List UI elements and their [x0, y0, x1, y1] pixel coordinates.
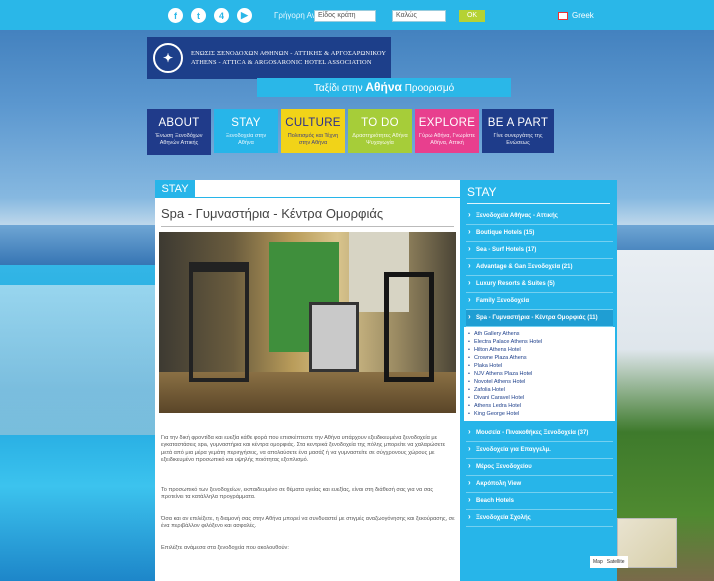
nav-be-a-part-sub: Γίνε συνεργάτης της Ενώσεως	[493, 133, 543, 146]
title-divider	[161, 226, 454, 227]
map-tab-satellite[interactable]: Satellite	[607, 559, 625, 565]
main-nav: ABOUT Ένωση Ξενοδόχων Αθηνών Αττικής STA…	[147, 109, 554, 155]
sidebar-item-active[interactable]: Spa - Γυμναστήρια - Κέντρα Ομορφιάς (11)	[466, 310, 613, 327]
site-logo[interactable]: ✦ ΕΝΩΣΙΣ ΞΕΝΟΔΟΧΩΝ ΑΘΗΝΩΝ - ΑΤΤΙΚΗΣ & ΑΡ…	[147, 37, 391, 79]
sidebar-item[interactable]: Beach Hotels	[466, 493, 613, 510]
sidebar-subitem[interactable]: Athens Ledra Hotel	[468, 402, 611, 410]
sidebar-subitem[interactable]: Novotel Athens Hotel	[468, 378, 611, 386]
gym-photo	[159, 232, 456, 413]
sidebar-subitem[interactable]: Zafolia Hotel	[468, 386, 611, 394]
sidebar-item[interactable]: Sea - Surf Hotels (17)	[466, 242, 613, 259]
sidebar-item[interactable]: Luxury Resorts & Suites (5)	[466, 276, 613, 293]
tagline-prefix: Ταξίδι στην	[313, 83, 363, 94]
nav-stay-label: STAY	[231, 117, 261, 129]
sidebar-title: STAY	[467, 185, 497, 199]
page-title: Spa - Γυμναστήρια - Κέντρα Ομορφιάς	[161, 206, 384, 221]
flag-icon	[558, 11, 568, 20]
social-links: f t 4 ▶	[168, 8, 252, 23]
nav-todo[interactable]: TO DO Δραστηριότητες Αθήνα Ψυχαγωγία	[348, 109, 412, 153]
sidebar-item[interactable]: Ξενοδοχεία για Επαγγελμ.	[466, 442, 613, 459]
logo-text: ΕΝΩΣΙΣ ΞΕΝΟΔΟΧΩΝ ΑΘΗΝΩΝ - ΑΤΤΙΚΗΣ & ΑΡΓΟ…	[191, 49, 386, 67]
tagline-banner: Ταξίδι στην Αθήνα Προορισμό	[257, 78, 511, 97]
nav-be-a-part-label: BE A PART	[487, 117, 549, 129]
top-bar: f t 4 ▶ Γρήγορη Αναζ. Είδος κράτη Καλώς …	[0, 0, 714, 30]
language-label: Greek	[572, 11, 594, 20]
sidebar-item[interactable]: Advantage & Gan Ξενοδοχεία (21)	[466, 259, 613, 276]
sidebar-subitem[interactable]: Plaka Hotel	[468, 362, 611, 370]
sidebar-item[interactable]: Ξενοδοχεία Αθήνας - Αττικής	[466, 208, 613, 225]
tagline-city: Αθήνα	[365, 80, 402, 94]
sidebar-sublist: Ath Gallery Athens Electra Palace Athens…	[464, 327, 615, 421]
nav-about-label: ABOUT	[158, 117, 200, 129]
youtube-icon[interactable]: ▶	[237, 8, 252, 23]
language-switch[interactable]: Greek	[558, 11, 594, 20]
search-input[interactable]: Είδος κράτη	[314, 10, 376, 22]
paragraph: Επιλέξτε ανάμεσα στα ξενοδοχεία που ακολ…	[161, 545, 289, 551]
twitter-icon[interactable]: t	[191, 8, 206, 23]
nav-explore-sub: Γύρω Αθήνα, Γνωρίστε Αθήνα, Αττική	[419, 133, 475, 146]
sidebar-subitem[interactable]: Hilton Athens Hotel	[468, 346, 611, 354]
sidebar-item[interactable]: Ξενοδοχεία Σχολής	[466, 510, 613, 527]
nav-todo-sub: Δραστηριότητες Αθήνα Ψυχαγωγία	[352, 133, 408, 146]
photo-machine	[384, 272, 434, 382]
sidebar-subitem[interactable]: Ath Gallery Athens	[468, 330, 611, 338]
nav-about[interactable]: ABOUT Ένωση Ξενοδόχων Αθηνών Αττικής	[147, 109, 211, 155]
paragraph: Όσα και αν επιλέξετε, η διαμονή σας στην…	[161, 516, 455, 530]
sidebar-subitem[interactable]: Crowne Plaza Athens	[468, 354, 611, 362]
sidebar-subitem[interactable]: King George Hotel	[468, 410, 611, 418]
nav-be-a-part[interactable]: BE A PART Γίνε συνεργάτης της Ενώσεως	[482, 109, 554, 153]
paragraph: Για την δική φροντίδα και ευεξία κάθε φο…	[161, 435, 446, 464]
sidebar-subitem[interactable]: NJV Athens Plaza Hotel	[468, 370, 611, 378]
sidebar: STAY Ξενοδοχεία Αθήνας - Αττικής Boutiqu…	[460, 180, 617, 581]
nav-culture-label: CULTURE	[285, 117, 341, 129]
logo-emblem-icon: ✦	[153, 43, 183, 73]
sidebar-list: Ξενοδοχεία Αθήνας - Αττικής Boutique Hot…	[460, 204, 617, 327]
nav-stay[interactable]: STAY Ξενοδοχεία στην Αθήνα	[214, 109, 278, 153]
nav-explore-label: EXPLORE	[418, 117, 476, 129]
facebook-icon[interactable]: f	[168, 8, 183, 23]
sidebar-item[interactable]: Ακρόπολη View	[466, 476, 613, 493]
map-tab-map[interactable]: Map	[593, 559, 603, 565]
foursquare-icon[interactable]: 4	[214, 8, 229, 23]
nav-explore[interactable]: EXPLORE Γύρω Αθήνα, Γνωρίστε Αθήνα, Αττι…	[415, 109, 479, 153]
photo-machine	[189, 262, 249, 382]
sidebar-item[interactable]: Boutique Hotels (15)	[466, 225, 613, 242]
nav-about-sub: Ένωση Ξενοδόχων Αθηνών Αττικής	[155, 133, 203, 146]
sidebar-item[interactable]: Μουσεία - Πινακοθήκες Ξενοδοχεία (37)	[466, 425, 613, 442]
photo-machine	[309, 302, 359, 372]
section-badge: STAY	[155, 180, 195, 198]
sidebar-item[interactable]: Μέρος Ξενοδοχείου	[466, 459, 613, 476]
nav-culture-sub: Πολιτισμός και Τέχνη στην Αθήνα	[287, 133, 339, 146]
nav-todo-label: TO DO	[361, 117, 399, 129]
sidebar-list-more: Μουσεία - Πινακοθήκες Ξενοδοχεία (37) Ξε…	[460, 421, 617, 527]
map-tabs: Map Satellite	[590, 556, 628, 568]
nav-culture[interactable]: CULTURE Πολιτισμός και Τέχνη στην Αθήνα	[281, 109, 345, 153]
nav-stay-sub: Ξενοδοχεία στην Αθήνα	[225, 133, 267, 146]
background-building	[0, 285, 155, 435]
sidebar-subitem[interactable]: Electra Palace Athens Hotel	[468, 338, 611, 346]
section-divider	[195, 197, 460, 198]
logo-line-english: ATHENS - ATTICA & ARGOSARONIC HOTEL ASSO…	[191, 59, 372, 66]
sidebar-divider	[467, 203, 610, 204]
tagline-suffix: Προορισμό	[404, 83, 455, 94]
region-select[interactable]: Καλώς	[392, 10, 446, 22]
sidebar-item[interactable]: Family Ξενοδοχεία	[466, 293, 613, 310]
paragraph: Το προσωπικό των ξενοδοχείων, εκπαιδευμέ…	[161, 487, 434, 501]
sidebar-subitem[interactable]: Divani Caravel Hotel	[468, 394, 611, 402]
logo-line-greek: ΕΝΩΣΙΣ ΞΕΝΟΔΟΧΩΝ ΑΘΗΝΩΝ - ΑΤΤΙΚΗΣ & ΑΡΓΟ…	[191, 50, 387, 57]
search-go-button[interactable]: ΟΚ	[459, 10, 485, 22]
main-content: STAY Spa - Γυμναστήρια - Κέντρα Ομορφιάς…	[155, 180, 460, 581]
